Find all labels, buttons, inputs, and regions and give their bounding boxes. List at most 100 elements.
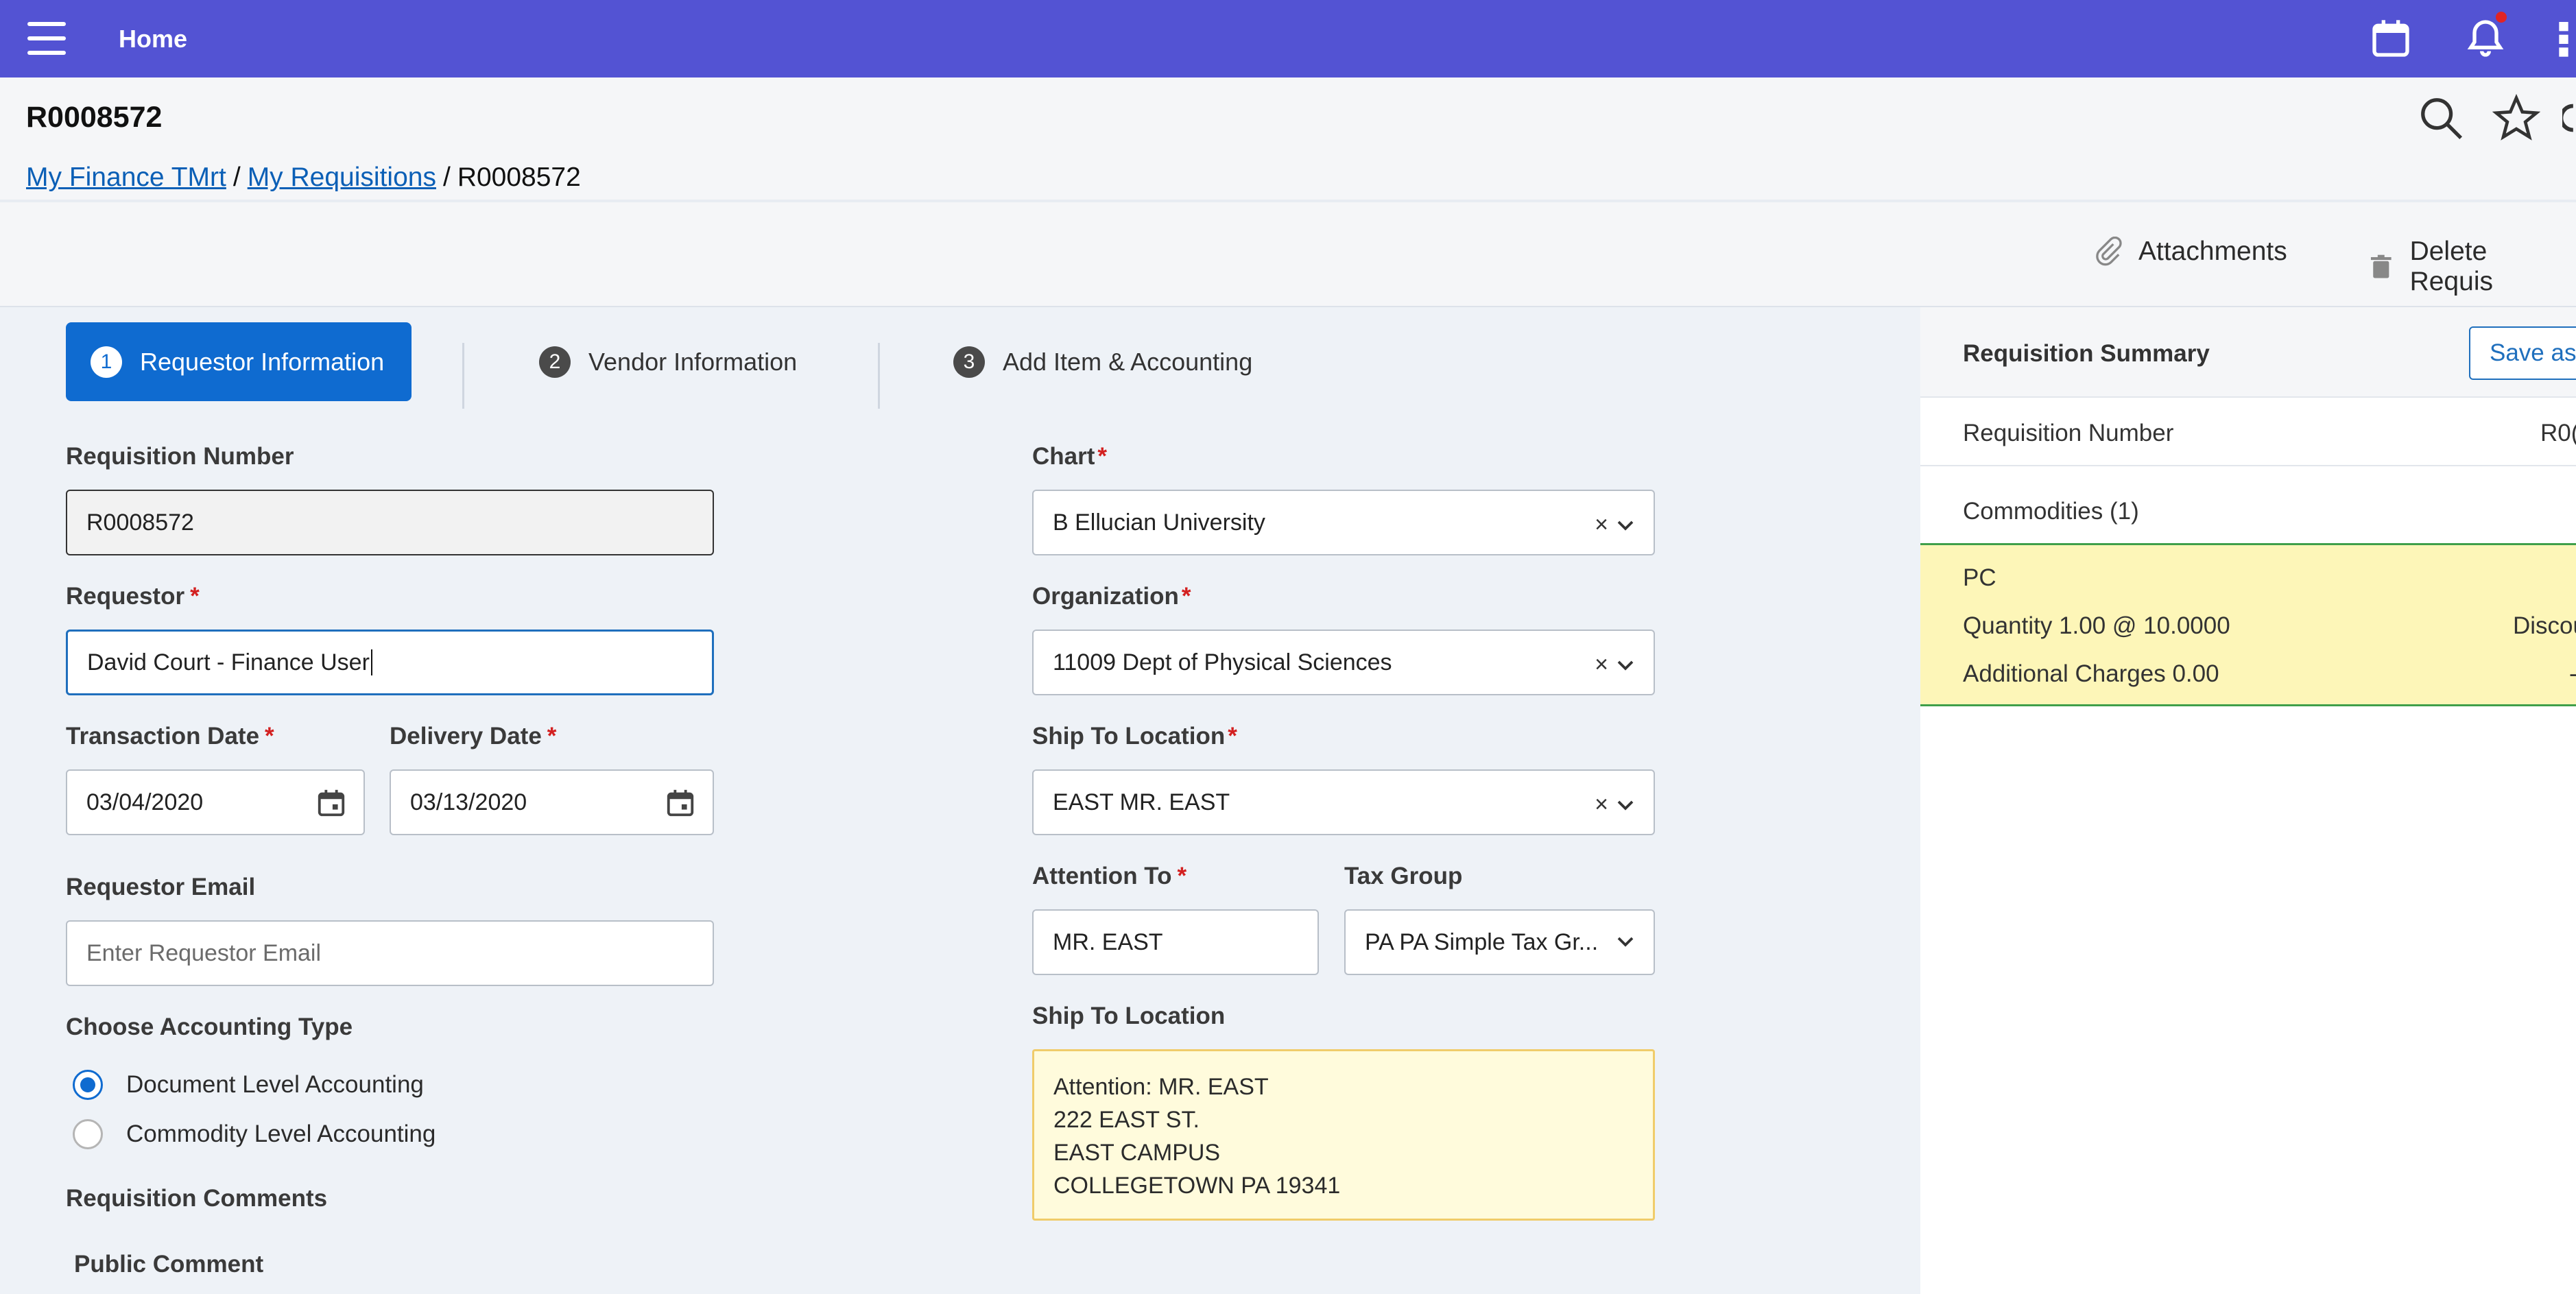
calendar-icon[interactable]	[665, 787, 696, 819]
radio-button[interactable]	[73, 1070, 103, 1100]
tax-group-select[interactable]: PA PA Simple Tax Gr...	[1344, 909, 1655, 975]
page-title: R0008572	[26, 101, 163, 134]
address-line: COLLEGETOWN PA 19341	[1053, 1173, 1341, 1199]
trash-icon	[2370, 254, 2392, 278]
breadcrumb-my-requisitions[interactable]: My Requisitions	[248, 163, 436, 192]
summary-title: Requisition Summary	[1963, 340, 2210, 367]
step-number: 2	[539, 346, 571, 378]
transaction-date-input[interactable]: 03/04/2020	[66, 769, 365, 835]
chart-value: B Ellucian University	[1053, 509, 1265, 536]
ship-to-location-select[interactable]: EAST MR. EAST ×	[1032, 769, 1655, 835]
page-header: R0008572 My Finance TMrt / My Requisitions…	[0, 77, 2576, 200]
calendar-icon[interactable]	[315, 787, 347, 819]
ship-to-value: EAST MR. EAST	[1053, 789, 1230, 815]
calendar-icon[interactable]	[2369, 16, 2413, 60]
organization-value: 11009 Dept of Physical Sciences	[1053, 649, 1392, 675]
delivery-date-value: 03/13/2020	[410, 789, 527, 815]
requestor-email-placeholder: Enter Requestor Email	[86, 939, 322, 966]
breadcrumb-my-finance[interactable]: My Finance TMrt	[26, 163, 226, 192]
chart-select[interactable]: B Ellucian University ×	[1032, 490, 1655, 555]
attention-to-input[interactable]: MR. EAST	[1032, 909, 1319, 975]
summary-value: R0(	[2540, 420, 2576, 446]
search-icon[interactable]	[2417, 94, 2465, 142]
save-as-draft-button[interactable]: Save as	[2469, 326, 2576, 380]
requestor-label: Requestor *	[66, 583, 200, 610]
clear-icon[interactable]: ×	[1595, 791, 1608, 818]
address-line: Attention: MR. EAST	[1053, 1074, 1269, 1100]
ship-to-address-box: Attention: MR. EAST 222 EAST ST. EAST CA…	[1032, 1049, 1655, 1221]
tab-vendor-information[interactable]: 2 Vendor Information	[539, 322, 797, 401]
requestor-value: David Court - Finance User	[87, 649, 370, 675]
ship-to-location-label: Ship To Location *	[1032, 723, 1237, 750]
ship-to-address-label: Ship To Location	[1032, 1003, 1226, 1029]
chevron-down-icon[interactable]	[1615, 931, 1636, 952]
chart-label: Chart *	[1032, 443, 1108, 470]
summary-requisition-number: Requisition Number R0(	[1920, 398, 2576, 466]
clear-icon[interactable]: ×	[1595, 512, 1608, 538]
step-label: Add Item & Accounting	[1003, 347, 1253, 376]
step-divider	[878, 343, 880, 409]
delete-label: Delete Requis	[2409, 237, 2493, 296]
attachments-label: Attachments	[2138, 237, 2287, 266]
attention-to-value: MR. EAST	[1053, 928, 1163, 955]
commodity-quantity: Quantity 1.00 @ 10.0000	[1963, 612, 2230, 639]
address-line: EAST CAMPUS	[1053, 1140, 1221, 1166]
commodity-additional-value: -	[2569, 660, 2576, 688]
radio-label: Commodity Level Accounting	[126, 1121, 436, 1147]
tax-group-value: PA PA Simple Tax Gr...	[1365, 928, 1599, 955]
chevron-down-icon[interactable]	[1615, 795, 1636, 815]
breadcrumb-separator: /	[442, 163, 451, 192]
commodity-name: PC	[1963, 564, 1996, 591]
step-number: 3	[953, 346, 985, 378]
step-number: 1	[91, 346, 122, 378]
summary-commodities-header[interactable]: Commodities (1)	[1920, 466, 2576, 543]
step-label: Requestor Information	[140, 347, 385, 376]
radio-button[interactable]	[73, 1119, 103, 1149]
address-line: 222 EAST ST.	[1053, 1107, 1200, 1133]
requisition-number-label: Requisition Number	[66, 443, 294, 470]
tab-add-item-accounting[interactable]: 3 Add Item & Accounting	[953, 322, 1252, 401]
breadcrumb-current: R0008572	[457, 163, 581, 192]
requisition-number-field: R0008572	[66, 490, 714, 555]
summary-label: Requisition Number	[1963, 420, 2174, 446]
step-label: Vendor Information	[588, 347, 798, 376]
apps-grid-icon[interactable]	[2555, 16, 2576, 60]
tab-requestor-information[interactable]: 1 Requestor Information	[66, 322, 412, 401]
commodity-discount: Discou	[2513, 612, 2576, 639]
requestor-email-label: Requestor Email	[66, 874, 256, 900]
radio-label: Document Level Accounting	[126, 1071, 424, 1098]
commodities-label: Commodities (1)	[1963, 498, 2139, 525]
clear-icon[interactable]: ×	[1595, 651, 1608, 678]
tax-group-label: Tax Group	[1344, 863, 1463, 889]
chevron-down-icon[interactable]	[1615, 515, 1636, 536]
step-divider	[462, 343, 464, 409]
action-toolbar: Attachments Delete Requis	[0, 200, 2576, 307]
public-comment-label: Public Comment	[74, 1251, 264, 1278]
radio-commodity-level[interactable]: Commodity Level Accounting	[73, 1119, 436, 1149]
home-link[interactable]: Home	[119, 25, 187, 53]
chevron-down-icon[interactable]	[1615, 655, 1636, 675]
menu-icon[interactable]	[27, 21, 66, 56]
requestor-email-input[interactable]: Enter Requestor Email	[66, 920, 714, 986]
radio-document-level[interactable]: Document Level Accounting	[73, 1070, 424, 1100]
attention-to-label: Attention To *	[1032, 863, 1187, 889]
top-bar: Home	[0, 0, 2576, 77]
attachments-button[interactable]: Attachments	[2093, 237, 2287, 267]
commodity-additional-charges: Additional Charges 0.00	[1963, 660, 2219, 687]
requestor-input[interactable]: David Court - Finance User	[66, 630, 714, 695]
delete-requisition-button[interactable]: Delete Requis	[2368, 237, 2576, 297]
organization-select[interactable]: 11009 Dept of Physical Sciences ×	[1032, 630, 1655, 695]
delivery-date-label: Delivery Date *	[390, 723, 557, 750]
commodity-item[interactable]: PC Quantity 1.00 @ 10.0000 Discou Additi…	[1920, 543, 2576, 706]
requisition-number-value: R0008572	[86, 509, 194, 536]
notification-dot-icon	[2494, 10, 2509, 25]
summary-header: Requisition Summary Save as	[1920, 307, 2576, 398]
delivery-date-input[interactable]: 03/13/2020	[390, 769, 714, 835]
paperclip-icon	[2096, 237, 2122, 266]
star-icon[interactable]	[2492, 94, 2540, 142]
accounting-type-label: Choose Accounting Type	[66, 1014, 353, 1040]
settings-icon[interactable]	[2562, 94, 2576, 142]
requisition-summary-panel: Requisition Summary Save as Requisition …	[1920, 307, 2576, 1294]
breadcrumb: My Finance TMrt / My Requisitions / R0008572	[26, 163, 581, 193]
requisition-comments-heading: Requisition Comments	[66, 1185, 328, 1212]
